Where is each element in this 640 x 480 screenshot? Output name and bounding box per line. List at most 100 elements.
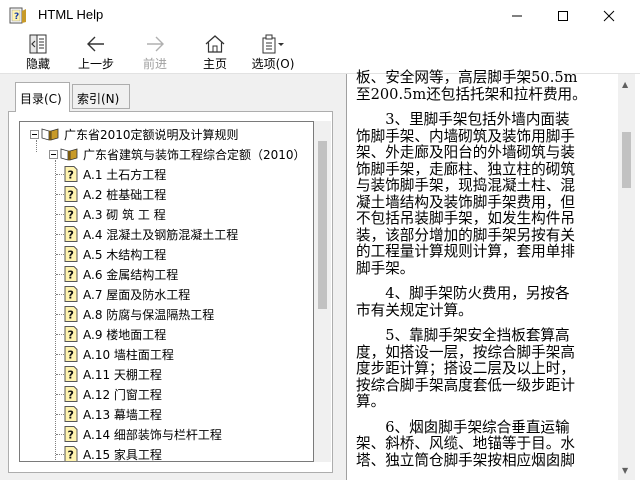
back-label: 上一步 <box>77 57 114 71</box>
svg-text:?: ? <box>68 189 74 202</box>
tree-topic-label: A.5 木结构工程 <box>83 247 167 262</box>
tree-root-node[interactable]: 广东省2010定额说明及计算规则 <box>30 124 239 144</box>
home-button[interactable]: 主页 <box>197 33 233 73</box>
help-topic-icon: ? <box>64 206 78 222</box>
topic-text-line: 装，该部分增加的脚手架另按有关 <box>356 226 575 244</box>
svg-text:?: ? <box>68 349 74 362</box>
tree-topic-item[interactable]: ? A.4 混凝土及钢筋混凝土工程 <box>56 224 238 244</box>
pane-splitter[interactable] <box>340 74 347 480</box>
topic-text-line: 凝土墙结构及装饰脚手架费用，但 <box>356 193 575 211</box>
tree-topic-item[interactable]: ? A.13 幕墙工程 <box>56 404 162 424</box>
close-icon <box>603 10 615 21</box>
html-help-app-icon: ? <box>9 7 26 24</box>
tree-topic-item[interactable]: ? A.1 土石方工程 <box>56 164 166 184</box>
tree-book-label: 广东省建筑与装饰工程综合定额（2010） <box>83 147 306 162</box>
contents-tree[interactable]: 广东省2010定额说明及计算规则 广东省建筑与装饰工程综合定额（2010） ? A… <box>19 121 314 462</box>
help-topic-icon: ? <box>64 346 78 362</box>
scroll-up-icon[interactable]: ▲ <box>622 80 628 89</box>
tree-connector <box>56 213 64 215</box>
tree-topic-item[interactable]: ? A.12 门窗工程 <box>56 384 162 404</box>
open-book-icon <box>60 148 78 161</box>
tree-connector <box>56 393 64 395</box>
close-button[interactable] <box>586 0 632 31</box>
help-topic-icon: ? <box>64 226 78 242</box>
tree-topic-label: A.14 细部装饰与栏杆工程 <box>83 427 222 442</box>
topic-text-line: 脚手架。 <box>356 259 415 277</box>
svg-text:?: ? <box>68 269 74 282</box>
tree-topic-item[interactable]: ? A.2 桩基础工程 <box>56 184 166 204</box>
help-topic-icon: ? <box>64 166 78 182</box>
topic-text-line: 至200.5m还包括托架和拉杆费用。 <box>356 85 587 103</box>
tree-topic-item[interactable]: ? A.15 家具工程 <box>56 444 162 461</box>
forward-label: 前进 <box>142 57 167 71</box>
tree-connector <box>56 273 64 275</box>
topic-text-line: 与装饰脚手架，现捣混凝土柱、混 <box>356 177 575 194</box>
maximize-button[interactable] <box>540 0 586 31</box>
minimize-button[interactable] <box>494 0 540 31</box>
options-icon <box>262 34 284 53</box>
help-topic-icon: ? <box>64 266 78 282</box>
tree-topic-item[interactable]: ? A.6 金属结构工程 <box>56 264 178 284</box>
tree-topic-label: A.6 金属结构工程 <box>83 267 179 282</box>
svg-text:?: ? <box>68 389 74 402</box>
topic-text-line: 算。 <box>356 393 386 410</box>
topic-text-line: 3、里脚手架包括外墙内面装 <box>356 111 570 128</box>
tree-topic-item[interactable]: ? A.11 天棚工程 <box>56 364 162 384</box>
tab-index[interactable]: 索引(N) <box>72 84 130 109</box>
svg-text:?: ? <box>68 309 74 322</box>
help-topic-icon: ? <box>64 426 78 442</box>
back-button[interactable]: 上一步 <box>74 33 118 73</box>
title-bar[interactable]: ? HTML Help <box>0 0 640 31</box>
tree-topic-label: A.1 土石方工程 <box>83 167 167 182</box>
topic-text-line: 架、斜桥、风缆、地锚等于目。水 <box>356 435 575 452</box>
content-scrollbar-thumb[interactable] <box>622 132 631 188</box>
hide-label: 隐藏 <box>25 57 50 71</box>
back-arrow-icon <box>87 36 104 51</box>
tree-connector <box>56 333 64 335</box>
maximize-icon <box>558 10 568 21</box>
topic-text-line: 5、靠脚手架安全挡板套算高 <box>356 327 570 344</box>
minimize-icon <box>512 15 522 16</box>
hide-button[interactable]: 隐藏 <box>18 33 58 73</box>
topic-text-line: 塔、独立筒仓脚手架按相应烟囱脚 <box>356 451 575 469</box>
tab-contents[interactable]: 目录(C) <box>15 82 70 112</box>
tree-topic-item[interactable]: ? A.10 墙柱面工程 <box>56 344 174 364</box>
tree-topic-label: A.11 天棚工程 <box>83 367 162 382</box>
tree-scrollbar-thumb[interactable] <box>318 141 327 309</box>
tree-scrollbar[interactable] <box>314 121 331 462</box>
topic-text-line: 6、烟囱脚手架综合垂直运输 <box>356 418 570 436</box>
tree-topic-item[interactable]: ? A.14 细部装饰与栏杆工程 <box>56 424 222 444</box>
tree-topic-item[interactable]: ? A.3 砌 筑 工 程 <box>56 204 166 224</box>
svg-text:?: ? <box>68 169 74 182</box>
collapse-icon[interactable] <box>49 149 58 159</box>
tree-topic-item[interactable]: ? A.9 楼地面工程 <box>56 324 166 344</box>
help-topic-icon: ? <box>64 246 78 262</box>
tree-connector <box>56 453 64 455</box>
tree-topic-item[interactable]: ? A.7 屋面及防水工程 <box>56 284 190 304</box>
svg-text:?: ? <box>68 209 74 222</box>
tree-topic-label: A.13 幕墙工程 <box>83 407 162 422</box>
tree-connector <box>56 173 64 175</box>
tree-root-label: 广东省2010定额说明及计算规则 <box>64 127 239 142</box>
help-topic-icon: ? <box>64 366 78 382</box>
options-label: 选项(O) <box>251 57 295 71</box>
tree-topic-item[interactable]: ? A.8 防腐与保温隔热工程 <box>56 304 214 324</box>
forward-button[interactable]: 前进 <box>134 33 176 73</box>
tree-topic-label: A.7 屋面及防水工程 <box>83 287 191 302</box>
hide-pane-icon <box>29 34 47 53</box>
help-topic-icon: ? <box>64 386 78 402</box>
tree-connector <box>56 233 64 235</box>
topic-text-line: 4、脚手架防火费用，另按各 <box>356 285 570 302</box>
tree-topic-item[interactable]: ? A.5 木结构工程 <box>56 244 166 264</box>
scroll-down-icon[interactable]: ▼ <box>622 466 628 475</box>
options-button[interactable]: 选项(O) <box>247 33 299 73</box>
collapse-icon[interactable] <box>30 129 39 139</box>
open-book-icon <box>41 128 59 141</box>
tree-connector <box>56 293 64 295</box>
svg-text:?: ? <box>68 289 74 302</box>
topic-text-line: 的工程量计算规则计算，套用单排 <box>356 243 575 260</box>
tree-book-node[interactable]: 广东省建筑与装饰工程综合定额（2010） <box>49 144 306 164</box>
tree-topic-label: A.3 砌 筑 工 程 <box>83 207 166 222</box>
content-scrollbar[interactable]: ▲ ▼ <box>618 74 635 480</box>
svg-text:?: ? <box>68 369 74 382</box>
